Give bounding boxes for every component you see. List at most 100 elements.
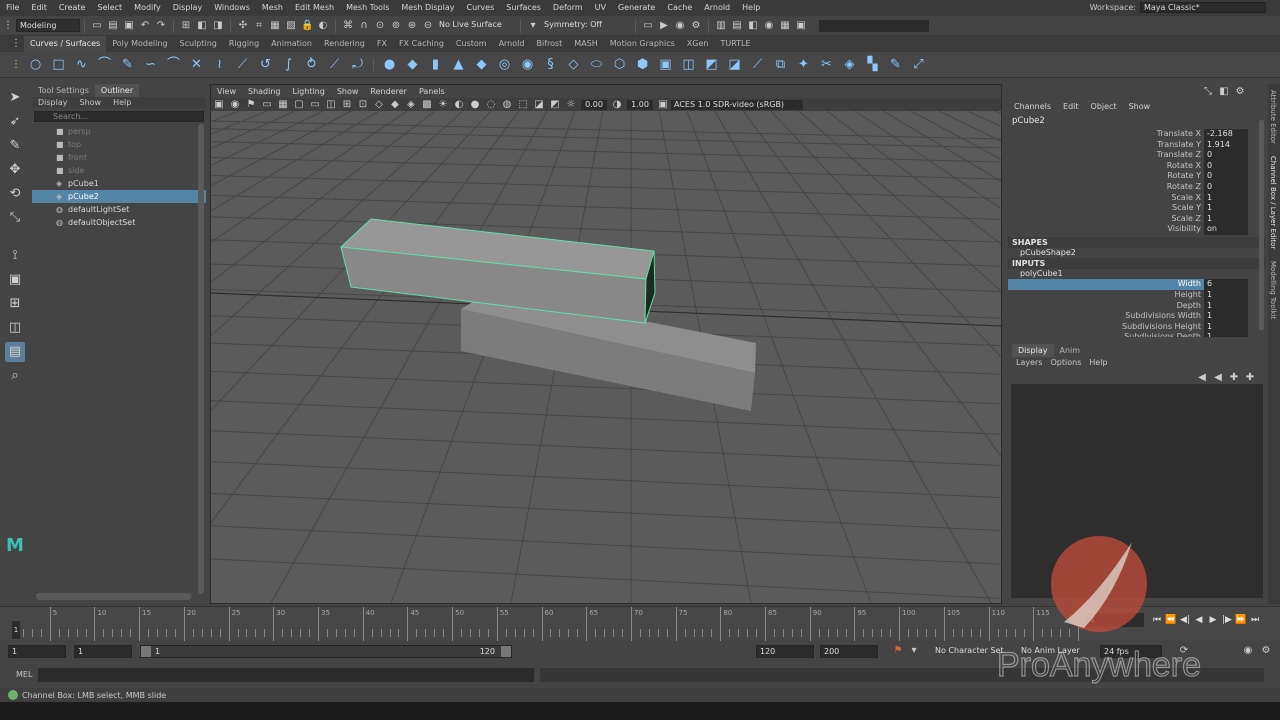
revolve-icon[interactable]: ◉ [519, 56, 536, 73]
time-slider-ticks[interactable]: 5 10 15 20 25 30 35 40 45 50 55 60 65 70 75 80 85 90 95 100… [12, 607, 1094, 641]
channel-box-pin-icon[interactable]: ⤡ [1202, 86, 1214, 98]
attribute-name[interactable]: Rotate Z [1008, 182, 1204, 193]
render-settings-icon[interactable]: ⚙ [690, 20, 702, 32]
curve-attach-icon[interactable]: ≀ [211, 56, 228, 73]
lights-icon[interactable]: ☀ [437, 99, 449, 111]
attribute-name[interactable]: Width [1008, 279, 1204, 290]
attribute-row[interactable]: Visibility on [1008, 224, 1266, 235]
attribute-value[interactable]: 0 [1204, 150, 1248, 161]
wireframe-icon[interactable]: ◇ [373, 99, 385, 111]
layers-menu[interactable]: Layers [1012, 357, 1046, 368]
resolution-gate-icon[interactable]: ▭ [309, 99, 321, 111]
menu-deform[interactable]: Deform [547, 0, 589, 16]
edge-mask-icon[interactable]: ⌗ [253, 20, 265, 32]
tab-anim-layers[interactable]: Anim [1054, 344, 1087, 357]
shelf-tab-rendering[interactable]: Rendering [318, 36, 371, 52]
attribute-value[interactable]: 0 [1204, 171, 1248, 182]
move-layer-up-icon[interactable]: ◀ [1196, 372, 1208, 384]
project-curve-icon[interactable]: ⤢ [910, 56, 927, 73]
viewport-scene[interactable] [211, 111, 1001, 603]
auto-key-icon[interactable]: ⚑ [892, 645, 904, 657]
bevel-icon[interactable]: ⬡ [611, 56, 628, 73]
shadows-icon[interactable]: ◐ [453, 99, 465, 111]
four-view-icon[interactable]: ⊞ [5, 294, 25, 314]
modelling-toolkit-tab[interactable]: Modelling Toolkit [1269, 261, 1277, 319]
attribute-row[interactable]: Width 6 [1008, 279, 1266, 290]
vertex-mask-icon[interactable]: ✣ [237, 20, 249, 32]
rotate-tool-icon[interactable]: ⟲ [5, 184, 25, 204]
symmetry-dropdown-icon[interactable]: ▾ [527, 20, 539, 32]
xray-icon[interactable]: ◪ [533, 99, 545, 111]
range-start-handle[interactable] [141, 646, 151, 657]
shelf-menu-icon[interactable]: ⋮ [10, 38, 22, 50]
safe-action-icon[interactable]: ⊡ [357, 99, 369, 111]
channel-box-icon[interactable]: ▤ [731, 20, 743, 32]
nurbs-cylinder-icon[interactable]: ▮ [427, 56, 444, 73]
workspace-dropdown[interactable]: Maya Classic* [1140, 2, 1266, 13]
wireframe-on-shaded-icon[interactable]: ◈ [405, 99, 417, 111]
range-end-handle[interactable] [501, 646, 511, 657]
attribute-value[interactable]: 1 [1204, 213, 1248, 225]
quick-search-input[interactable] [819, 19, 929, 32]
move-layer-down-icon[interactable]: ◀ [1212, 372, 1224, 384]
gate-mask-icon[interactable]: ◫ [325, 99, 337, 111]
lock-icon[interactable]: 🔒 [301, 20, 313, 32]
uv-mask-icon[interactable]: ▨ [285, 20, 297, 32]
menu-edit-mesh[interactable]: Edit Mesh [289, 0, 340, 16]
view-transform-dropdown[interactable]: ACES 1.0 SDR-video (sRGB) [671, 99, 803, 110]
attribute-value[interactable]: 6 [1204, 279, 1248, 290]
attribute-row[interactable]: Subdivisions Height 1 [1008, 321, 1266, 333]
bezier-curve-icon[interactable]: ∽ [142, 56, 159, 73]
menu-windows[interactable]: Windows [208, 0, 256, 16]
help-menu[interactable]: Help [1085, 357, 1111, 368]
scale-tool-icon[interactable]: ⤡ [5, 208, 25, 228]
tab-display-layers[interactable]: Display [1012, 344, 1054, 357]
outliner-item[interactable]: ■ front [32, 151, 206, 164]
attribute-value[interactable]: 1 [1204, 332, 1248, 338]
attribute-value[interactable]: 1 [1204, 321, 1248, 333]
shelf-tab-fx-caching[interactable]: FX Caching [393, 36, 450, 52]
nurbs-plane-icon[interactable]: ◆ [473, 56, 490, 73]
outliner-item[interactable]: ■ top [32, 138, 206, 151]
attribute-name[interactable]: Scale X [1008, 193, 1204, 204]
snap-grid-icon[interactable]: ⌘ [342, 20, 354, 32]
attribute-row[interactable]: Scale Z1 [1008, 213, 1266, 225]
outliner-layout-icon[interactable]: ▤ [5, 342, 25, 362]
single-perspective-icon[interactable]: ▣ [5, 270, 25, 290]
nurbs-cube-icon[interactable]: ◆ [404, 56, 421, 73]
open-close-icon[interactable]: ⧉ [772, 56, 789, 73]
birail-icon[interactable]: ◫ [680, 56, 697, 73]
menu-help[interactable]: Help [736, 0, 766, 16]
stitch-icon[interactable]: ✦ [795, 56, 812, 73]
tab-outliner[interactable]: Outliner [94, 84, 140, 97]
nurbs-square-icon[interactable]: □ [50, 56, 67, 73]
range-bar[interactable]: 1 120 [140, 645, 512, 658]
pencil-curve-icon[interactable]: ✎ [119, 56, 136, 73]
menu-edit[interactable]: Edit [25, 0, 53, 16]
viewport-menu-renderer[interactable]: Renderer [364, 85, 413, 98]
start-time-field[interactable]: 1 [8, 645, 66, 658]
select-hierarchy-icon[interactable]: ⊞ [180, 20, 192, 32]
perspective-viewport[interactable]: View Shading Lighting Show Renderer Panels ▣ … [210, 84, 1002, 604]
nurbs-torus-icon[interactable]: ◎ [496, 56, 513, 73]
modeling-toolkit-icon[interactable]: ◧ [747, 20, 759, 32]
playback-start-field[interactable]: 1 [74, 645, 132, 658]
outliner-search-input[interactable]: Search... [34, 111, 204, 122]
menu-create[interactable]: Create [53, 0, 92, 16]
attribute-name[interactable]: Scale Y [1008, 203, 1204, 214]
attribute-value[interactable]: 1.914 [1204, 139, 1248, 151]
square-surface-icon[interactable]: ▣ [657, 56, 674, 73]
smooth-shade-icon[interactable]: ◆ [389, 99, 401, 111]
attribute-name[interactable]: Subdivisions Height [1008, 322, 1204, 333]
new-scene-icon[interactable]: ▭ [91, 20, 103, 32]
menu-modify[interactable]: Modify [128, 0, 167, 16]
outliner-vertical-scrollbar[interactable] [198, 124, 204, 594]
anti-aliasing-icon[interactable]: ◍ [501, 99, 513, 111]
rebuild-surface-icon[interactable]: ▚ [864, 56, 881, 73]
shape-node-name[interactable]: pCubeShape2 [1008, 248, 1266, 259]
menu-surfaces[interactable]: Surfaces [500, 0, 547, 16]
menu-file[interactable]: File [0, 0, 25, 16]
cv-curve-icon[interactable]: ∿ [73, 56, 90, 73]
menu-mesh[interactable]: Mesh [256, 0, 289, 16]
face-mask-icon[interactable]: ▦ [269, 20, 281, 32]
